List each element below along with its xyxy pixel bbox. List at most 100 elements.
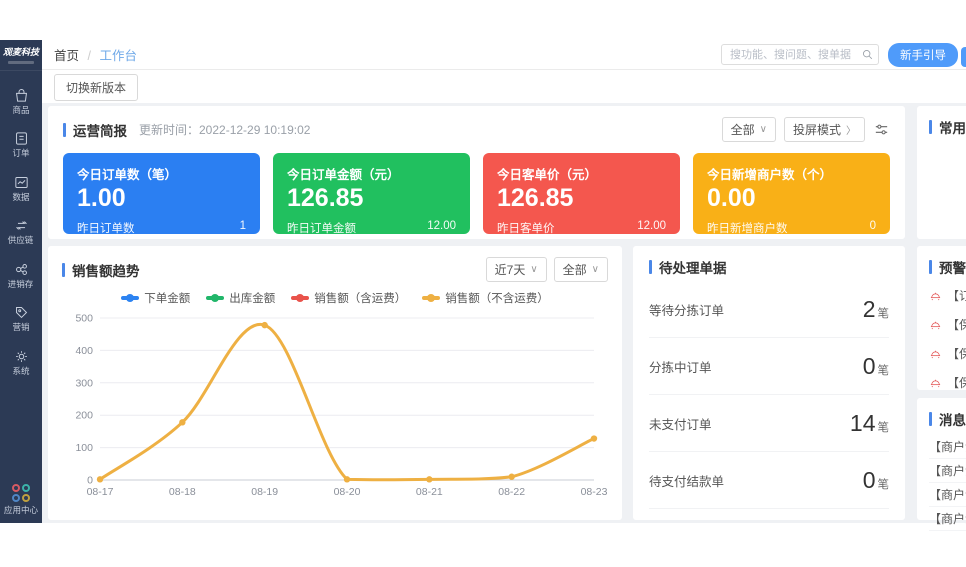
alert-item[interactable]: 【保质期 xyxy=(929,310,966,339)
sidebar-item-system[interactable]: 系统 xyxy=(0,348,42,376)
screen-mode-button[interactable]: 投屏模式 〉 xyxy=(784,117,865,142)
alert-item[interactable]: 【保质期 xyxy=(929,339,966,368)
svg-text:500: 500 xyxy=(75,313,93,325)
pending-value: 0 xyxy=(863,467,876,493)
stat-sub-value: 1 xyxy=(240,220,246,236)
sidebar-item-inventory[interactable]: 进销存 xyxy=(0,261,42,289)
sidebar-nav: 商品 订单 数据 供应链 进销存 营销 xyxy=(0,87,42,376)
goods-icon xyxy=(13,87,30,104)
brand-logo[interactable]: 观麦科技 xyxy=(0,40,42,71)
sidebar-item-marketing[interactable]: 营销 xyxy=(0,304,42,332)
filter-settings-icon[interactable] xyxy=(873,121,890,138)
svg-text:08-17: 08-17 xyxy=(87,486,114,498)
stat-value: 126.85 xyxy=(287,185,456,211)
sidebar-item-goods[interactable]: 商品 xyxy=(0,87,42,115)
sidebar-item-label: 数据 xyxy=(12,193,29,202)
svg-text:08-22: 08-22 xyxy=(498,486,525,498)
pending-row-waiting-sorting[interactable]: 等待分拣订单 2笔 xyxy=(649,281,889,338)
svg-text:08-18: 08-18 xyxy=(169,486,196,498)
pending-title: 待处理单据 xyxy=(659,257,727,277)
sub-bar: 切换新版本 xyxy=(42,71,966,103)
chart-title: 销售额趋势 xyxy=(72,260,140,280)
stat-sub-label: 昨日订单金额 xyxy=(287,220,356,236)
legend-item-sales-with-shipping[interactable]: 销售额（含运费） xyxy=(291,290,406,306)
pending-row-unpaid-settlement[interactable]: 待支付结款单 0笔 xyxy=(649,452,889,509)
stat-card-today-orders: 今日订单数（笔） 1.00 昨日订单数1 xyxy=(63,153,260,234)
sidebar-item-app-center[interactable]: 应用中心 xyxy=(0,484,42,515)
screen-mode-label: 投屏模式 xyxy=(793,121,841,138)
chart-legend: 下单金额 出库金额 销售额（含运费） 销售额（不含运费） xyxy=(62,290,608,306)
svg-text:400: 400 xyxy=(75,345,93,357)
stat-title: 今日客单价（元） xyxy=(497,164,666,183)
chart-range-select[interactable]: 近7天 ∨ xyxy=(486,257,547,282)
pending-unit: 笔 xyxy=(878,479,890,491)
stat-title: 今日订单数（笔） xyxy=(77,164,246,183)
stat-cards: 今日订单数（笔） 1.00 昨日订单数1 今日订单金额（元） 126.85 昨日… xyxy=(63,153,890,234)
notifications-title: 消息通知 xyxy=(939,409,966,429)
brief-filter-value: 全部 xyxy=(731,121,755,138)
stat-card-today-order-amount: 今日订单金额（元） 126.85 昨日订单金额12.00 xyxy=(273,153,470,234)
search-icon[interactable] xyxy=(861,48,874,61)
operation-brief-panel: 运营简报 更新时间：2022-12-29 10:19:02 全部 ∨ 投屏模式 … xyxy=(48,106,905,239)
stat-sub-label: 昨日新增商户数 xyxy=(707,220,788,236)
legend-marker xyxy=(206,296,224,300)
pending-row-unpaid-orders[interactable]: 未支付订单 14笔 xyxy=(649,395,889,452)
legend-marker xyxy=(291,296,309,300)
svg-text:200: 200 xyxy=(75,410,93,422)
search-input[interactable] xyxy=(721,44,879,65)
stat-title: 今日新增商户数（个） xyxy=(707,164,876,183)
stat-value: 126.85 xyxy=(497,185,666,211)
cut-off-button-fragment xyxy=(961,47,966,67)
switch-version-button[interactable]: 切换新版本 xyxy=(54,74,138,101)
legend-label: 下单金额 xyxy=(144,290,190,306)
alert-item[interactable]: 【订单】今 xyxy=(929,281,966,310)
sidebar-item-data[interactable]: 数据 xyxy=(0,174,42,202)
alarm-icon xyxy=(929,376,942,389)
global-search xyxy=(721,44,879,65)
sidebar-item-label: 应用中心 xyxy=(4,506,38,515)
notifications-card: 消息通知 【商户注册】 【商户注册】 【商户注册】 【商户注册】 xyxy=(917,398,966,520)
update-time: 更新时间：2022-12-29 10:19:02 xyxy=(139,121,310,138)
svg-text:08-19: 08-19 xyxy=(251,486,278,498)
notification-item[interactable]: 【商户注册】 xyxy=(929,507,966,531)
svg-text:08-23: 08-23 xyxy=(581,486,608,498)
order-icon xyxy=(13,130,30,147)
newbie-guide-button[interactable]: 新手引导 xyxy=(888,43,958,67)
alert-text: 【保质期 xyxy=(947,374,966,391)
sidebar-item-label: 系统 xyxy=(12,367,29,376)
stat-sub-value: 12.00 xyxy=(427,220,456,236)
svg-text:300: 300 xyxy=(75,377,93,389)
legend-item-order-amount[interactable]: 下单金额 xyxy=(121,290,190,306)
sidebar-item-supply-chain[interactable]: 供应链 xyxy=(0,217,42,245)
chart-filter-select[interactable]: 全部 ∨ xyxy=(554,257,608,282)
pending-row-sorting[interactable]: 分拣中订单 0笔 xyxy=(649,338,889,395)
sales-trend-chart: 010020030040050008-1708-1808-1908-2008-2… xyxy=(62,310,608,502)
alarm-icon xyxy=(929,289,942,302)
breadcrumb-current[interactable]: 工作台 xyxy=(99,49,137,63)
supply-chain-icon xyxy=(13,217,30,234)
brand-logo-text: 观麦科技 xyxy=(3,47,39,57)
sidebar-item-label: 商品 xyxy=(12,106,29,115)
pending-label: 未支付订单 xyxy=(649,414,712,433)
app-center-icon xyxy=(12,484,30,502)
stat-value: 1.00 xyxy=(77,185,246,211)
notification-item[interactable]: 【商户注册】 xyxy=(929,435,966,459)
notification-item[interactable]: 【商户注册】 xyxy=(929,459,966,483)
breadcrumb-home[interactable]: 首页 xyxy=(54,49,79,63)
chevron-down-icon: ∨ xyxy=(530,264,537,275)
brief-filter-select[interactable]: 全部 ∨ xyxy=(722,117,776,142)
pending-label: 待支付结款单 xyxy=(649,471,724,490)
brand-logo-caption xyxy=(8,61,34,64)
sidebar-item-orders[interactable]: 订单 xyxy=(0,130,42,158)
gear-icon xyxy=(13,348,30,365)
chart-filter-value: 全部 xyxy=(563,261,587,278)
legend-item-outbound-amount[interactable]: 出库金额 xyxy=(206,290,275,306)
notification-item[interactable]: 【商户注册】 xyxy=(929,483,966,507)
legend-label: 销售额（含运费） xyxy=(314,290,406,306)
svg-text:08-20: 08-20 xyxy=(334,486,361,498)
marketing-tag-icon xyxy=(13,304,30,321)
alert-item[interactable]: 【保质期 xyxy=(929,368,966,397)
legend-item-sales-without-shipping[interactable]: 销售额（不含运费） xyxy=(422,290,549,306)
app-screen: 观麦科技 商品 订单 数据 供应链 进销存 xyxy=(0,0,966,567)
pending-value: 14 xyxy=(850,410,876,436)
